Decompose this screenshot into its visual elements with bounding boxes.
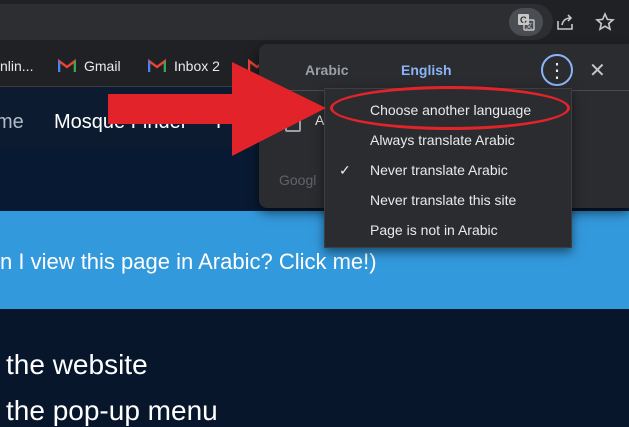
banner-text[interactable]: n I view this page in Arabic? Click me!) [0,249,377,275]
browser-toolbar: G 文 [0,0,629,44]
instruction-line: the pop-up menu [6,395,218,426]
annotation-arrow-icon [108,62,326,156]
annotation-ellipse [330,86,570,130]
bookmark-label: nlin... [0,58,34,74]
instruction-line: the website [6,349,148,380]
nav-item-home[interactable]: me [0,111,24,134]
gmail-icon [58,59,76,72]
checkmark-icon: ✓ [339,161,351,178]
translate-button[interactable]: G 文 [509,8,543,36]
kebab-icon: ⋮ [547,59,567,82]
menu-item-never-translate-site[interactable]: Never translate this site [325,185,571,215]
menu-item-label: Always translate Arabic [370,132,515,148]
svg-text:文: 文 [526,21,533,30]
more-options-button[interactable]: ⋮ [541,54,573,86]
tab-target-language[interactable]: English [401,62,452,78]
menu-item-never-translate-language[interactable]: ✓ Never translate Arabic [325,155,571,185]
google-attribution: Googl [279,172,317,188]
address-bar[interactable] [0,4,553,40]
share-icon[interactable] [553,10,577,34]
translate-icon: G 文 [517,13,535,31]
instructions-section: the website the pop-up menu [0,309,629,427]
menu-item-not-in-language[interactable]: Page is not in Arabic [325,215,571,245]
bookmark-star-icon[interactable] [593,10,617,34]
menu-item-label: Page is not in Arabic [370,222,498,238]
bookmark-item[interactable]: nlin... [0,56,33,76]
menu-item-label: Never translate Arabic [370,162,508,178]
menu-item-label: Never translate this site [370,192,517,208]
close-icon[interactable]: ✕ [589,58,606,83]
